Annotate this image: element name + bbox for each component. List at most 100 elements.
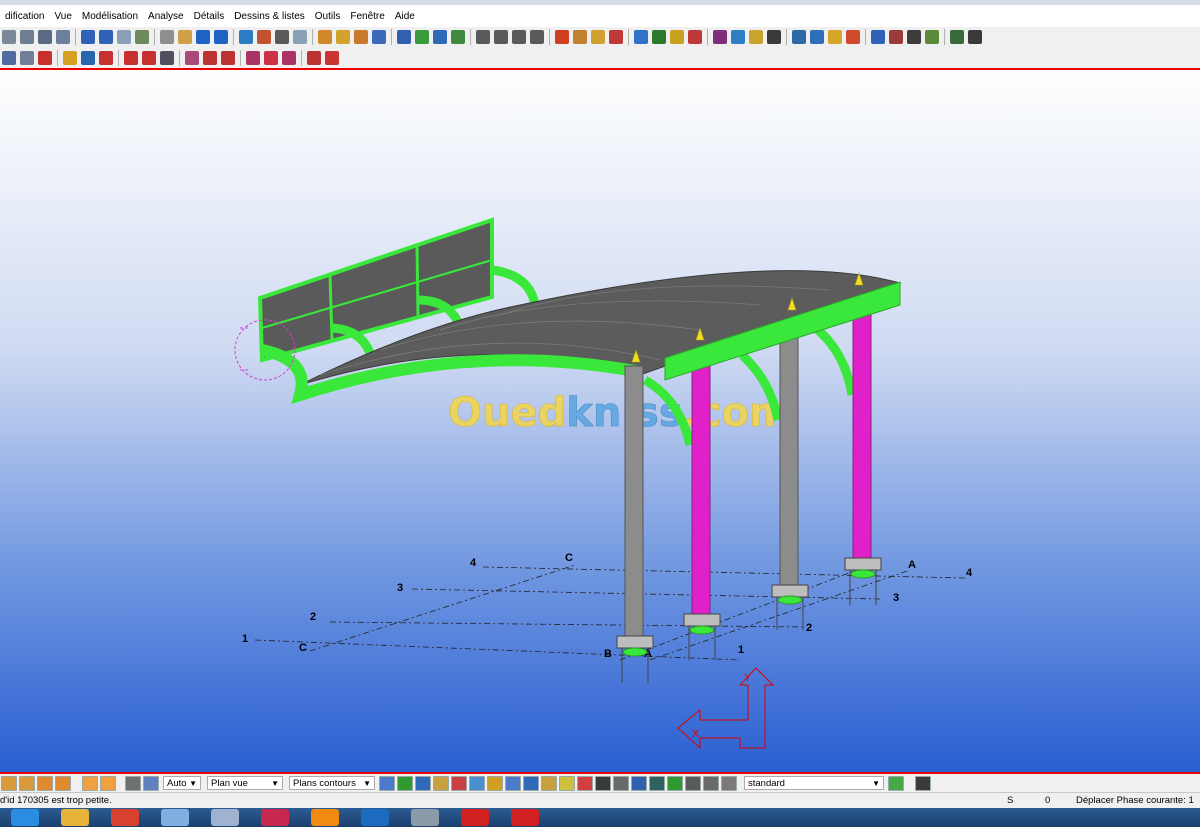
- toolbar-icon-32[interactable]: [609, 30, 623, 44]
- toolbar-icon-40[interactable]: [767, 30, 781, 44]
- menu-dessins-listes[interactable]: Dessins & listes: [229, 11, 310, 22]
- toolbar-icon-26[interactable]: [494, 30, 508, 44]
- tool-icon-17[interactable]: [325, 50, 339, 65]
- snap-button-20-icon[interactable]: [721, 775, 737, 791]
- snap-button-12-icon[interactable]: [577, 775, 593, 791]
- snap-icon-2[interactable]: [19, 775, 35, 791]
- tool-icon-9[interactable]: [160, 50, 174, 65]
- snap-button-19-icon[interactable]: [703, 775, 719, 791]
- menu-details[interactable]: Détails: [189, 11, 230, 22]
- toolbar-icon-43[interactable]: [828, 30, 842, 44]
- snap-button-10-icon[interactable]: [541, 775, 557, 791]
- remote-icon[interactable]: [261, 809, 289, 826]
- toolbar-icon-4[interactable]: [56, 30, 70, 44]
- tool-icon-3[interactable]: [38, 50, 52, 65]
- model-viewport[interactable]: Ouedkniss.com 1 2 3 4 1 2 3 4 C B A C A …: [0, 70, 1200, 772]
- tool-icon-2[interactable]: [20, 50, 34, 65]
- tool-icon-15[interactable]: [282, 50, 296, 65]
- pointer-icon[interactable]: [915, 775, 931, 791]
- snap-icon-1[interactable]: [1, 775, 17, 791]
- menu-aide[interactable]: Aide: [390, 11, 420, 22]
- toolbar-icon-44[interactable]: [846, 30, 860, 44]
- toolbar-icon-42[interactable]: [810, 30, 824, 44]
- tool-icon-5[interactable]: [81, 50, 95, 65]
- toolbar-icon-36[interactable]: [688, 30, 702, 44]
- toolbar-icon-29[interactable]: [555, 30, 569, 44]
- toolbar-icon-2[interactable]: [20, 30, 34, 44]
- standard-select[interactable]: standard ▼: [744, 776, 884, 790]
- snap-button-5-icon[interactable]: [451, 775, 467, 791]
- vlc-icon[interactable]: [311, 809, 339, 826]
- toolbar-icon-23[interactable]: [433, 30, 447, 44]
- select-icon-1[interactable]: [82, 775, 98, 791]
- toolbar-icon-34[interactable]: [652, 30, 666, 44]
- view-icon-2[interactable]: [143, 775, 159, 791]
- toolbar-icon-13[interactable]: [239, 30, 253, 44]
- toolbar-icon-11[interactable]: [196, 30, 210, 44]
- toolbar-icon-22[interactable]: [415, 30, 429, 44]
- toolbar-icon-24[interactable]: [451, 30, 465, 44]
- toolbar-icon-8[interactable]: [135, 30, 149, 44]
- snap-icon-4[interactable]: [55, 775, 71, 791]
- toolbar-icon-49[interactable]: [950, 30, 964, 44]
- toolbar-icon-33[interactable]: [634, 30, 648, 44]
- opera-icon[interactable]: [461, 809, 489, 826]
- phase-icon[interactable]: [888, 775, 904, 791]
- toolbar-icon-39[interactable]: [749, 30, 763, 44]
- menu-outils[interactable]: Outils: [310, 11, 346, 22]
- toolbar-icon-7[interactable]: [117, 30, 131, 44]
- toolbar-icon-47[interactable]: [907, 30, 921, 44]
- toolbar-icon-12[interactable]: [214, 30, 228, 44]
- outlook-icon[interactable]: [361, 809, 389, 826]
- menu-modelisation[interactable]: Modélisation: [77, 11, 143, 22]
- snap-button-7-icon[interactable]: [487, 775, 503, 791]
- toolbar-icon-20[interactable]: [372, 30, 386, 44]
- menu-vue[interactable]: Vue: [49, 11, 76, 22]
- snap-button-2-icon[interactable]: [397, 775, 413, 791]
- toolbar-icon-27[interactable]: [512, 30, 526, 44]
- tool-icon-16[interactable]: [307, 50, 321, 65]
- toolbar-icon-35[interactable]: [670, 30, 684, 44]
- plan-view-select[interactable]: Plan vue ▼: [207, 776, 283, 790]
- chart-icon[interactable]: [411, 809, 439, 826]
- snap-button-15-icon[interactable]: [631, 775, 647, 791]
- snap-button-1-icon[interactable]: [379, 775, 395, 791]
- toolbar-icon-16[interactable]: [293, 30, 307, 44]
- tool-icon-4[interactable]: [63, 50, 77, 65]
- tool-icon-13[interactable]: [246, 50, 260, 65]
- toolbar-icon-21[interactable]: [397, 30, 411, 44]
- toolbar-icon-10[interactable]: [178, 30, 192, 44]
- snap-button-9-icon[interactable]: [523, 775, 539, 791]
- toolbar-icon-45[interactable]: [871, 30, 885, 44]
- calendar-icon[interactable]: [211, 809, 239, 826]
- snap-button-8-icon[interactable]: [505, 775, 521, 791]
- tool-icon-14[interactable]: [264, 50, 278, 65]
- toolbar-icon-37[interactable]: [713, 30, 727, 44]
- toolbar-icon-1[interactable]: [2, 30, 16, 44]
- toolbar-icon-17[interactable]: [318, 30, 332, 44]
- snap-button-16-icon[interactable]: [649, 775, 665, 791]
- toolbar-icon-14[interactable]: [257, 30, 271, 44]
- toolbar-icon-46[interactable]: [889, 30, 903, 44]
- paint-icon[interactable]: [161, 809, 189, 826]
- tool-icon-6[interactable]: [99, 50, 113, 65]
- toolbar-icon-18[interactable]: [336, 30, 350, 44]
- toolbar-icon-25[interactable]: [476, 30, 490, 44]
- menu-modification[interactable]: dification: [0, 11, 49, 22]
- toolbar-icon-9[interactable]: [160, 30, 174, 44]
- snap-button-4-icon[interactable]: [433, 775, 449, 791]
- toolbar-icon-6[interactable]: [99, 30, 113, 44]
- toolbar-icon-28[interactable]: [530, 30, 544, 44]
- snap-icon-3[interactable]: [37, 775, 53, 791]
- toolbar-icon-3[interactable]: [38, 30, 52, 44]
- toolbar-icon-50[interactable]: [968, 30, 982, 44]
- auto-select[interactable]: Auto ▼: [163, 776, 201, 790]
- toolbar-icon-38[interactable]: [731, 30, 745, 44]
- contour-select[interactable]: Plans contours ▼: [289, 776, 375, 790]
- view-icon-1[interactable]: [125, 775, 141, 791]
- toolbar-icon-19[interactable]: [354, 30, 368, 44]
- tool-icon-10[interactable]: [185, 50, 199, 65]
- snap-button-17-icon[interactable]: [667, 775, 683, 791]
- snap-button-14-icon[interactable]: [613, 775, 629, 791]
- tool-icon-7[interactable]: [124, 50, 138, 65]
